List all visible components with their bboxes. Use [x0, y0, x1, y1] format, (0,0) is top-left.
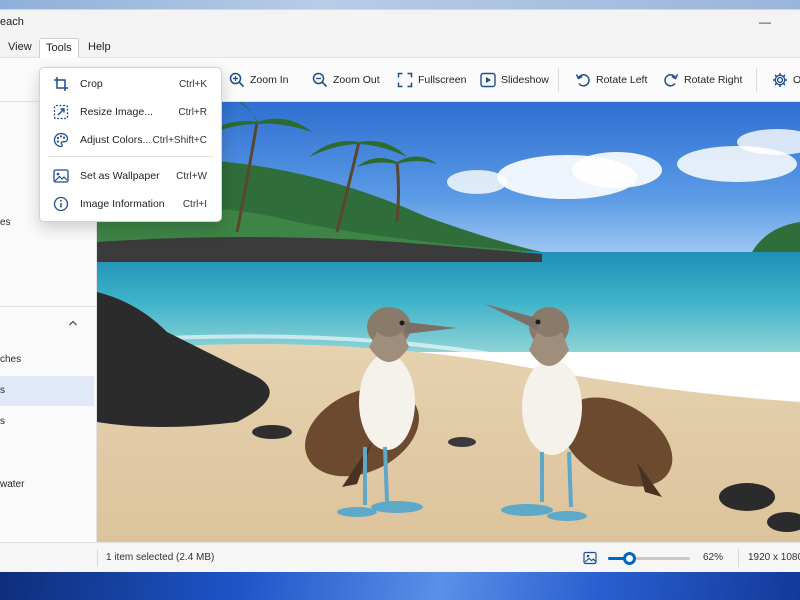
status-bar: 1 item selected (2.4 MB) 62% 1920 x 1080 — [0, 542, 800, 572]
menu-item-resize-image[interactable]: Resize Image... Ctrl+R — [40, 98, 221, 126]
tools-menu-dropdown: Crop Ctrl+K Resize Image... Ctrl+R Adjus… — [39, 67, 222, 222]
menu-view[interactable]: View — [2, 38, 38, 58]
fullscreen-label: Fullscreen — [418, 74, 467, 86]
zoom-out-icon — [312, 72, 328, 88]
menu-item-image-information[interactable]: Image Information Ctrl+I — [40, 190, 221, 218]
menu-item-label: Image Information — [80, 198, 165, 210]
desktop-wallpaper-bottom — [0, 572, 800, 600]
menu-tools[interactable]: Tools — [39, 38, 79, 58]
slideshow-label: Slideshow — [501, 74, 549, 86]
rotate-right-label: Rotate Right — [684, 74, 743, 86]
rotate-left-button[interactable]: Rotate Left — [575, 69, 647, 91]
sidebar-item-selected[interactable]: s — [0, 376, 94, 406]
rotate-left-label: Rotate Left — [596, 74, 648, 86]
zoom-in-button[interactable]: Zoom In — [229, 69, 289, 91]
rotate-right-button[interactable]: Rotate Right — [663, 69, 742, 91]
menu-divider — [48, 156, 213, 157]
menu-bar: View Tools Help — [0, 36, 800, 58]
gear-icon — [773, 73, 787, 87]
zoom-slider[interactable] — [608, 552, 690, 565]
image-icon[interactable] — [583, 551, 597, 565]
minimize-button[interactable]: — — [756, 13, 774, 31]
menu-item-shortcut: Ctrl+Shift+C — [152, 134, 207, 146]
rotate-right-icon — [664, 74, 679, 87]
menu-item-adjust-colors[interactable]: Adjust Colors... Ctrl+Shift+C — [40, 126, 221, 154]
title-bar: each — — [0, 10, 800, 36]
chevron-up-icon[interactable] — [66, 316, 80, 330]
menu-item-shortcut: Ctrl+R — [178, 106, 207, 118]
fullscreen-icon — [397, 72, 413, 88]
window-title: each — [0, 16, 24, 28]
menu-help[interactable]: Help — [82, 38, 117, 58]
image-dimensions: 1920 x 1080 — [748, 552, 800, 563]
toolbar-divider — [756, 68, 757, 92]
zoom-in-label: Zoom In — [250, 74, 289, 86]
slideshow-button[interactable]: Slideshow — [480, 69, 549, 91]
image-viewer-window: each — View Tools Help Zoom In Zoom Out … — [0, 9, 800, 572]
desktop-wallpaper-top — [0, 0, 800, 9]
menu-item-shortcut: Ctrl+K — [178, 78, 207, 90]
info-icon — [53, 196, 69, 212]
resize-icon — [53, 104, 69, 120]
rotate-left-icon — [575, 74, 590, 87]
menu-item-shortcut: Ctrl+I — [182, 198, 207, 210]
menu-item-label: Resize Image... — [80, 106, 153, 118]
options-label: O — [793, 74, 800, 86]
menu-item-label: Crop — [80, 78, 103, 90]
status-divider — [738, 549, 739, 567]
menu-item-label: Adjust Colors... — [80, 134, 152, 146]
menu-item-shortcut: Ctrl+W — [176, 170, 207, 182]
sidebar-item[interactable]: ches — [0, 349, 96, 371]
zoom-in-icon — [229, 72, 245, 88]
sidebar-item[interactable]: water — [0, 474, 96, 496]
sidebar-item[interactable]: s — [0, 411, 96, 433]
sidebar-divider — [0, 306, 96, 307]
selection-status: 1 item selected (2.4 MB) — [106, 552, 215, 563]
menu-item-label: Set as Wallpaper — [80, 170, 160, 182]
zoom-level: 62% — [703, 552, 724, 563]
zoom-out-button[interactable]: Zoom Out — [312, 69, 380, 91]
toolbar-divider — [558, 68, 559, 92]
menu-item-crop[interactable]: Crop Ctrl+K — [40, 70, 221, 98]
zoom-slider-thumb[interactable] — [622, 552, 636, 565]
status-divider — [97, 549, 98, 567]
options-button[interactable]: O — [772, 69, 800, 91]
fullscreen-button[interactable]: Fullscreen — [397, 69, 466, 91]
slideshow-icon — [480, 72, 496, 88]
wallpaper-icon — [53, 169, 69, 183]
zoom-out-label: Zoom Out — [333, 74, 380, 86]
crop-icon — [54, 77, 68, 91]
palette-icon — [53, 132, 69, 148]
menu-item-set-as-wallpaper[interactable]: Set as Wallpaper Ctrl+W — [40, 162, 221, 190]
